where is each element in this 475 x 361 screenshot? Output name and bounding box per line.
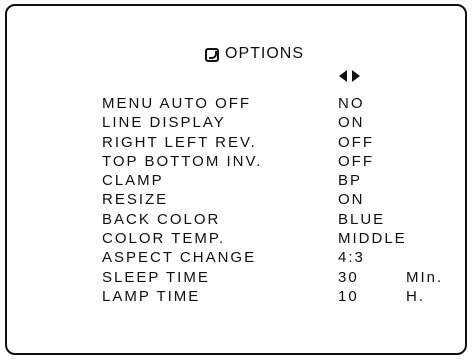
menu-item-label: ASPECT CHANGE: [102, 249, 257, 267]
menu-item-menu-auto-off[interactable]: MENU AUTO OFF NO: [102, 94, 442, 113]
value-navigation-arrows: [339, 70, 360, 82]
menu-item-line-display[interactable]: LINE DISPLAY ON: [102, 113, 442, 132]
menu-item-value[interactable]: 4:3: [338, 248, 365, 267]
menu-item-value[interactable]: NO: [338, 94, 365, 113]
menu-item-unit: H.: [406, 287, 425, 305]
menu-item-label: RESIZE: [102, 191, 169, 209]
menu-item-label: LINE DISPLAY: [102, 114, 226, 132]
left-arrow-icon: [339, 70, 347, 82]
menu-item-value[interactable]: OFF: [338, 133, 374, 152]
options-menu-panel: OPTIONS MENU AUTO OFF NO LINE DISPLAY ON…: [5, 4, 467, 355]
menu-item-color-temp[interactable]: COLOR TEMP. MIDDLE: [102, 229, 442, 248]
menu-item-unit: MIn.: [406, 268, 444, 286]
menu-item-value[interactable]: 30: [338, 268, 359, 287]
menu-item-label: RIGHT LEFT REV.: [102, 133, 257, 151]
menu-item-value[interactable]: ON: [338, 190, 365, 209]
menu-item-clamp[interactable]: CLAMP BP: [102, 171, 442, 190]
menu-title-row: OPTIONS: [205, 46, 304, 62]
right-arrow-icon: [352, 70, 360, 82]
menu-item-value[interactable]: ON: [338, 113, 365, 132]
menu-item-aspect-change[interactable]: ASPECT CHANGE 4:3: [102, 248, 442, 267]
menu-item-right-left-rev[interactable]: RIGHT LEFT REV. OFF: [102, 133, 442, 152]
menu-item-label: CLAMP: [102, 172, 164, 190]
menu-item-label: BACK COLOR: [102, 210, 221, 228]
menu-item-resize[interactable]: RESIZE ON: [102, 190, 442, 209]
menu-item-value: 10: [338, 287, 359, 305]
menu-item-value[interactable]: MIDDLE: [338, 229, 407, 248]
menu-item-value[interactable]: BP: [338, 171, 362, 190]
menu-item-lamp-time[interactable]: LAMP TIME 10 H.: [102, 287, 442, 306]
menu-item-value[interactable]: OFF: [338, 152, 374, 171]
menu-item-label: LAMP TIME: [102, 287, 201, 305]
menu-item-label: MENU AUTO OFF: [102, 95, 252, 112]
options-icon: [205, 47, 219, 62]
menu-item-top-bottom-inv[interactable]: TOP BOTTOM INV. OFF: [102, 152, 442, 171]
menu-item-back-color[interactable]: BACK COLOR BLUE: [102, 210, 442, 229]
menu-item-sleep-time[interactable]: SLEEP TIME 30 MIn.: [102, 268, 442, 287]
menu-header: OPTIONS: [7, 46, 465, 68]
menu-item-label: TOP BOTTOM INV.: [102, 152, 263, 170]
menu-item-label: SLEEP TIME: [102, 268, 210, 286]
menu-title: OPTIONS: [225, 45, 305, 62]
menu-item-label: COLOR TEMP.: [102, 230, 226, 248]
menu-item-value[interactable]: BLUE: [338, 210, 385, 229]
options-list: MENU AUTO OFF NO LINE DISPLAY ON RIGHT L…: [102, 94, 442, 306]
